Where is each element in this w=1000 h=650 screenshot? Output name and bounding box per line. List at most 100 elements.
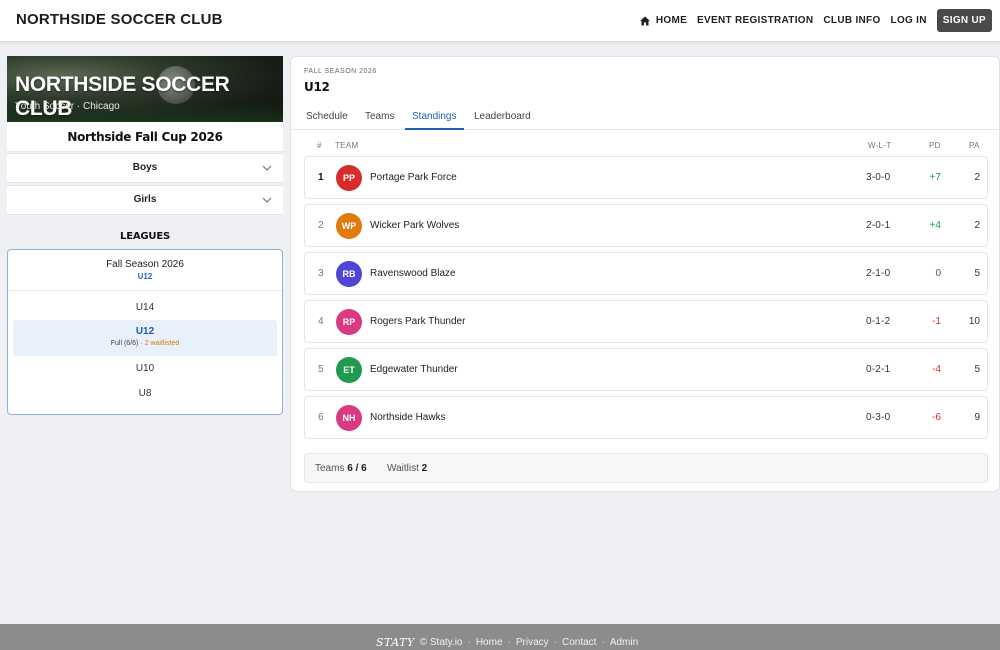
division-summary: Teams 6 / 6 Waitlist 2 (304, 453, 988, 483)
team-name[interactable]: Portage Park Force (370, 172, 457, 183)
sign-up-button[interactable]: SIGN UP (936, 9, 992, 32)
col-team: TEAM (335, 141, 359, 150)
season-selected-division: U12 (137, 272, 153, 281)
standings-row[interactable]: 6 NH Northside Hawks 0-3-0 -6 9 (304, 396, 988, 439)
banner-title: NORTHSIDE SOCCER CLUB (15, 73, 230, 120)
point-differential: 0 (935, 268, 941, 279)
site-footer: STATY © Staty.io · Home · Privacy · Cont… (0, 624, 1000, 650)
points-against: 2 (974, 172, 980, 183)
event-title: Northside Fall Cup 2026 (7, 122, 283, 152)
footer-links: STATY © Staty.io · Home · Privacy · Cont… (376, 636, 638, 649)
team-avatar: PP (336, 165, 362, 191)
point-differential: -4 (932, 364, 941, 375)
chevron-down-icon (262, 197, 272, 203)
team-record: 3-0-0 (866, 172, 891, 183)
standings-row[interactable]: 1 PP Portage Park Force 3-0-0 +7 2 (304, 156, 988, 199)
season-name: Fall Season 2026 (106, 259, 184, 270)
team-record: 0-2-1 (866, 364, 891, 375)
tab-schedule[interactable]: Schedule (306, 111, 348, 122)
standings-row[interactable]: 2 WP Wicker Park Wolves 2-0-1 +4 2 (304, 204, 988, 247)
points-against: 5 (974, 268, 980, 279)
accordion-boys-label: Boys (132, 162, 158, 173)
site-brand[interactable]: NORTHSIDE SOCCER CLUB (16, 11, 223, 28)
tab-standings[interactable]: Standings (412, 111, 456, 122)
team-rank: 3 (318, 268, 324, 279)
club-banner: NORTHSIDE SOCCER CLUB Youth Soccer · Chi… (7, 56, 283, 122)
footer-link-contact[interactable]: Contact (562, 637, 596, 648)
division-u8[interactable]: U8 (8, 381, 282, 406)
team-record: 0-1-2 (866, 316, 891, 327)
teams-count-label: Teams (315, 463, 345, 474)
tab-leaderboard[interactable]: Leaderboard (474, 111, 531, 122)
team-record: 2-1-0 (866, 268, 891, 279)
points-against: 9 (974, 412, 980, 423)
point-differential: +7 (929, 172, 941, 183)
point-differential: +4 (929, 220, 941, 231)
nav-home[interactable]: HOME (639, 15, 687, 27)
team-name[interactable]: Rogers Park Thunder (370, 316, 465, 327)
teams-count: Teams 6 / 6 (315, 463, 367, 474)
nav-club-info[interactable]: CLUB INFO (823, 15, 880, 26)
division-tabs: Schedule Teams Standings Leaderboard (291, 105, 1000, 130)
team-avatar: RB (336, 261, 362, 287)
waitlist-label: Waitlist (387, 463, 419, 474)
banner-subtitle: Youth Soccer · Chicago (15, 101, 120, 112)
active-tab-indicator (405, 128, 464, 130)
footer-copyright: © Staty.io (419, 637, 463, 648)
team-rank: 1 (318, 172, 324, 183)
team-avatar: RP (336, 309, 362, 335)
team-name[interactable]: Edgewater Thunder (370, 364, 458, 375)
footer-link-admin[interactable]: Admin (610, 637, 638, 648)
team-rank: 6 (318, 412, 324, 423)
standings-row[interactable]: 3 RB Ravenswood Blaze 2-1-0 0 5 (304, 252, 988, 295)
standings-row[interactable]: 4 RP Rogers Park Thunder 0-1-2 -1 10 (304, 300, 988, 343)
col-wlt: W-L-T (868, 141, 892, 150)
team-rank: 5 (318, 364, 324, 375)
season-label: FALL SEASON 2026 (304, 68, 377, 75)
point-differential: -1 (932, 316, 941, 327)
tab-teams[interactable]: Teams (365, 111, 394, 122)
standings-row[interactable]: 5 ET Edgewater Thunder 0-2-1 -4 5 (304, 348, 988, 391)
teams-count-value: 6 / 6 (347, 463, 367, 474)
division-u10[interactable]: U10 (8, 356, 282, 381)
team-rank: 4 (318, 316, 324, 327)
staty-logo[interactable]: STATY (376, 636, 415, 649)
col-pa: PA (969, 141, 980, 150)
team-name[interactable]: Northside Hawks (370, 412, 446, 423)
main-nav: HOME EVENT REGISTRATION CLUB INFO LOG IN… (639, 9, 992, 32)
nav-event-registration[interactable]: EVENT REGISTRATION (697, 15, 813, 26)
point-differential: -6 (932, 412, 941, 423)
top-navbar: NORTHSIDE SOCCER CLUB HOME EVENT REGISTR… (0, 0, 1000, 42)
points-against: 10 (968, 316, 980, 327)
event-sidebar: NORTHSIDE SOCCER CLUB Youth Soccer · Chi… (7, 56, 283, 415)
waitlist-count: 2 waitlisted (144, 340, 180, 347)
team-avatar: WP (336, 213, 362, 239)
division-title: U12 (304, 80, 330, 94)
leagues-heading: LEAGUES (120, 231, 170, 242)
team-avatar: NH (336, 405, 362, 431)
col-pd: PD (929, 141, 941, 150)
accordion-girls[interactable]: Girls (7, 185, 283, 215)
footer-link-privacy[interactable]: Privacy (516, 637, 549, 648)
nav-home-label: HOME (655, 15, 688, 26)
team-name[interactable]: Wicker Park Wolves (370, 220, 459, 231)
footer-link-home[interactable]: Home (476, 637, 503, 648)
col-rank: # (317, 141, 322, 150)
points-against: 2 (974, 220, 980, 231)
standings-header: # TEAM W-L-T PD PA (304, 141, 988, 153)
team-record: 0-3-0 (866, 412, 891, 423)
season-header[interactable]: Fall Season 2026 U12 (8, 250, 282, 291)
footer-separator: · (507, 637, 511, 648)
waitlist-value: 2 (421, 463, 428, 474)
home-icon (639, 16, 650, 25)
division-u12[interactable]: U12 Full (6/6) · 2 waitlisted (13, 320, 277, 356)
team-name[interactable]: Ravenswood Blaze (370, 268, 456, 279)
division-u14[interactable]: U14 (8, 295, 282, 320)
division-panel: FALL SEASON 2026 U12 Schedule Teams Stan… (290, 56, 1000, 492)
accordion-boys[interactable]: Boys (7, 153, 283, 183)
team-rank: 2 (318, 220, 324, 231)
footer-separator: · (601, 637, 605, 648)
nav-log-in[interactable]: LOG IN (891, 15, 927, 26)
division-u12-capacity: Full (6/6) · 2 waitlisted (13, 340, 277, 347)
chevron-down-icon (262, 165, 272, 171)
